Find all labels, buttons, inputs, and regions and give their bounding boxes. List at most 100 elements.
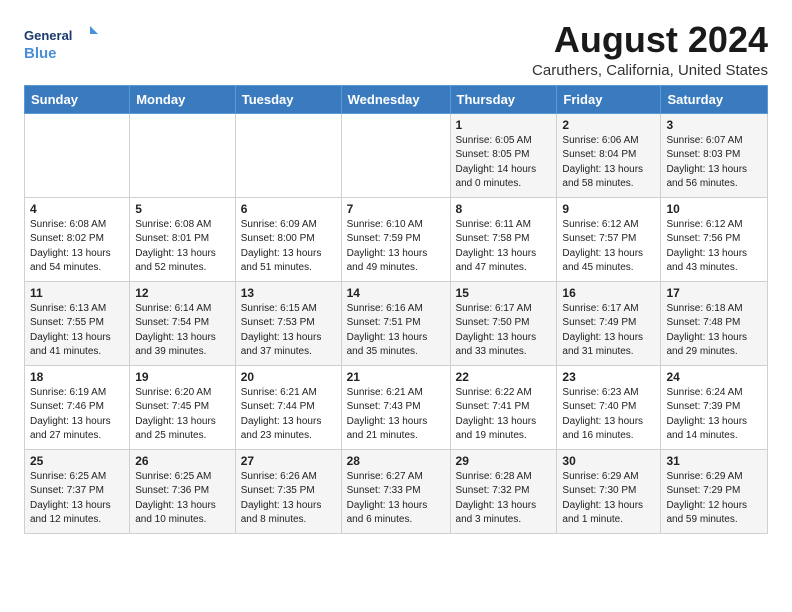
cell-0-1 (130, 113, 236, 197)
header-saturday: Saturday (661, 85, 768, 113)
svg-text:Blue: Blue (24, 45, 57, 62)
cell-1-1: 5 Sunrise: 6:08 AMSunset: 8:01 PMDayligh… (130, 197, 236, 281)
cell-info: Sunrise: 6:29 AMSunset: 7:30 PMDaylight:… (562, 470, 655, 528)
day-number: 21 (347, 370, 445, 384)
calendar-body: 1 Sunrise: 6:05 AMSunset: 8:05 PMDayligh… (25, 113, 768, 533)
page-subtitle: Caruthers, California, United States (532, 62, 768, 79)
day-number: 15 (456, 286, 552, 300)
cell-3-2: 20 Sunrise: 6:21 AMSunset: 7:44 PMDaylig… (235, 365, 341, 449)
day-number: 1 (456, 118, 552, 132)
day-number: 6 (241, 202, 336, 216)
header-tuesday: Tuesday (235, 85, 341, 113)
day-number: 10 (666, 202, 762, 216)
cell-info: Sunrise: 6:08 AMSunset: 8:02 PMDaylight:… (30, 218, 124, 276)
cell-0-5: 2 Sunrise: 6:06 AMSunset: 8:04 PMDayligh… (557, 113, 661, 197)
cell-3-6: 24 Sunrise: 6:24 AMSunset: 7:39 PMDaylig… (661, 365, 768, 449)
cell-info: Sunrise: 6:29 AMSunset: 7:29 PMDaylight:… (666, 470, 762, 528)
day-number: 3 (666, 118, 762, 132)
week-row-3: 11 Sunrise: 6:13 AMSunset: 7:55 PMDaylig… (25, 281, 768, 365)
cell-2-4: 15 Sunrise: 6:17 AMSunset: 7:50 PMDaylig… (450, 281, 557, 365)
cell-info: Sunrise: 6:28 AMSunset: 7:32 PMDaylight:… (456, 470, 552, 528)
day-number: 23 (562, 370, 655, 384)
day-number: 31 (666, 454, 762, 468)
cell-2-2: 13 Sunrise: 6:15 AMSunset: 7:53 PMDaylig… (235, 281, 341, 365)
day-number: 14 (347, 286, 445, 300)
cell-2-6: 17 Sunrise: 6:18 AMSunset: 7:48 PMDaylig… (661, 281, 768, 365)
cell-info: Sunrise: 6:14 AMSunset: 7:54 PMDaylight:… (135, 302, 230, 360)
cell-4-2: 27 Sunrise: 6:26 AMSunset: 7:35 PMDaylig… (235, 449, 341, 533)
day-number: 8 (456, 202, 552, 216)
cell-2-1: 12 Sunrise: 6:14 AMSunset: 7:54 PMDaylig… (130, 281, 236, 365)
cell-info: Sunrise: 6:19 AMSunset: 7:46 PMDaylight:… (30, 386, 124, 444)
cell-0-6: 3 Sunrise: 6:07 AMSunset: 8:03 PMDayligh… (661, 113, 768, 197)
day-number: 2 (562, 118, 655, 132)
calendar-header: SundayMondayTuesdayWednesdayThursdayFrid… (25, 85, 768, 113)
day-number: 24 (666, 370, 762, 384)
cell-info: Sunrise: 6:25 AMSunset: 7:36 PMDaylight:… (135, 470, 230, 528)
day-number: 5 (135, 202, 230, 216)
day-number: 12 (135, 286, 230, 300)
header: General Blue August 2024 Caruthers, Cali… (24, 20, 768, 79)
week-row-1: 1 Sunrise: 6:05 AMSunset: 8:05 PMDayligh… (25, 113, 768, 197)
cell-3-1: 19 Sunrise: 6:20 AMSunset: 7:45 PMDaylig… (130, 365, 236, 449)
cell-info: Sunrise: 6:26 AMSunset: 7:35 PMDaylight:… (241, 470, 336, 528)
day-number: 27 (241, 454, 336, 468)
day-number: 25 (30, 454, 124, 468)
cell-info: Sunrise: 6:17 AMSunset: 7:49 PMDaylight:… (562, 302, 655, 360)
cell-info: Sunrise: 6:18 AMSunset: 7:48 PMDaylight:… (666, 302, 762, 360)
cell-info: Sunrise: 6:15 AMSunset: 7:53 PMDaylight:… (241, 302, 336, 360)
day-number: 9 (562, 202, 655, 216)
cell-info: Sunrise: 6:16 AMSunset: 7:51 PMDaylight:… (347, 302, 445, 360)
day-number: 30 (562, 454, 655, 468)
header-monday: Monday (130, 85, 236, 113)
cell-4-1: 26 Sunrise: 6:25 AMSunset: 7:36 PMDaylig… (130, 449, 236, 533)
cell-info: Sunrise: 6:22 AMSunset: 7:41 PMDaylight:… (456, 386, 552, 444)
header-row: SundayMondayTuesdayWednesdayThursdayFrid… (25, 85, 768, 113)
day-number: 17 (666, 286, 762, 300)
cell-0-3 (341, 113, 450, 197)
day-number: 19 (135, 370, 230, 384)
day-number: 22 (456, 370, 552, 384)
cell-info: Sunrise: 6:06 AMSunset: 8:04 PMDaylight:… (562, 134, 655, 192)
cell-2-5: 16 Sunrise: 6:17 AMSunset: 7:49 PMDaylig… (557, 281, 661, 365)
cell-1-2: 6 Sunrise: 6:09 AMSunset: 8:00 PMDayligh… (235, 197, 341, 281)
cell-info: Sunrise: 6:25 AMSunset: 7:37 PMDaylight:… (30, 470, 124, 528)
cell-info: Sunrise: 6:13 AMSunset: 7:55 PMDaylight:… (30, 302, 124, 360)
header-wednesday: Wednesday (341, 85, 450, 113)
cell-0-0 (25, 113, 130, 197)
cell-3-0: 18 Sunrise: 6:19 AMSunset: 7:46 PMDaylig… (25, 365, 130, 449)
title-area: August 2024 Caruthers, California, Unite… (532, 20, 768, 79)
cell-info: Sunrise: 6:21 AMSunset: 7:43 PMDaylight:… (347, 386, 445, 444)
cell-3-3: 21 Sunrise: 6:21 AMSunset: 7:43 PMDaylig… (341, 365, 450, 449)
cell-4-0: 25 Sunrise: 6:25 AMSunset: 7:37 PMDaylig… (25, 449, 130, 533)
day-number: 29 (456, 454, 552, 468)
cell-4-4: 29 Sunrise: 6:28 AMSunset: 7:32 PMDaylig… (450, 449, 557, 533)
calendar-table: SundayMondayTuesdayWednesdayThursdayFrid… (24, 85, 768, 534)
day-number: 11 (30, 286, 124, 300)
header-sunday: Sunday (25, 85, 130, 113)
cell-0-4: 1 Sunrise: 6:05 AMSunset: 8:05 PMDayligh… (450, 113, 557, 197)
cell-info: Sunrise: 6:09 AMSunset: 8:00 PMDaylight:… (241, 218, 336, 276)
cell-info: Sunrise: 6:07 AMSunset: 8:03 PMDaylight:… (666, 134, 762, 192)
cell-0-2 (235, 113, 341, 197)
cell-3-5: 23 Sunrise: 6:23 AMSunset: 7:40 PMDaylig… (557, 365, 661, 449)
cell-info: Sunrise: 6:23 AMSunset: 7:40 PMDaylight:… (562, 386, 655, 444)
day-number: 7 (347, 202, 445, 216)
cell-info: Sunrise: 6:08 AMSunset: 8:01 PMDaylight:… (135, 218, 230, 276)
cell-4-3: 28 Sunrise: 6:27 AMSunset: 7:33 PMDaylig… (341, 449, 450, 533)
cell-1-3: 7 Sunrise: 6:10 AMSunset: 7:59 PMDayligh… (341, 197, 450, 281)
cell-4-6: 31 Sunrise: 6:29 AMSunset: 7:29 PMDaylig… (661, 449, 768, 533)
header-friday: Friday (557, 85, 661, 113)
cell-info: Sunrise: 6:17 AMSunset: 7:50 PMDaylight:… (456, 302, 552, 360)
page-title: August 2024 (532, 20, 768, 60)
cell-info: Sunrise: 6:21 AMSunset: 7:44 PMDaylight:… (241, 386, 336, 444)
cell-1-5: 9 Sunrise: 6:12 AMSunset: 7:57 PMDayligh… (557, 197, 661, 281)
day-number: 13 (241, 286, 336, 300)
day-number: 26 (135, 454, 230, 468)
cell-1-0: 4 Sunrise: 6:08 AMSunset: 8:02 PMDayligh… (25, 197, 130, 281)
svg-text:General: General (24, 28, 72, 43)
cell-info: Sunrise: 6:27 AMSunset: 7:33 PMDaylight:… (347, 470, 445, 528)
cell-info: Sunrise: 6:12 AMSunset: 7:56 PMDaylight:… (666, 218, 762, 276)
week-row-5: 25 Sunrise: 6:25 AMSunset: 7:37 PMDaylig… (25, 449, 768, 533)
cell-info: Sunrise: 6:20 AMSunset: 7:45 PMDaylight:… (135, 386, 230, 444)
